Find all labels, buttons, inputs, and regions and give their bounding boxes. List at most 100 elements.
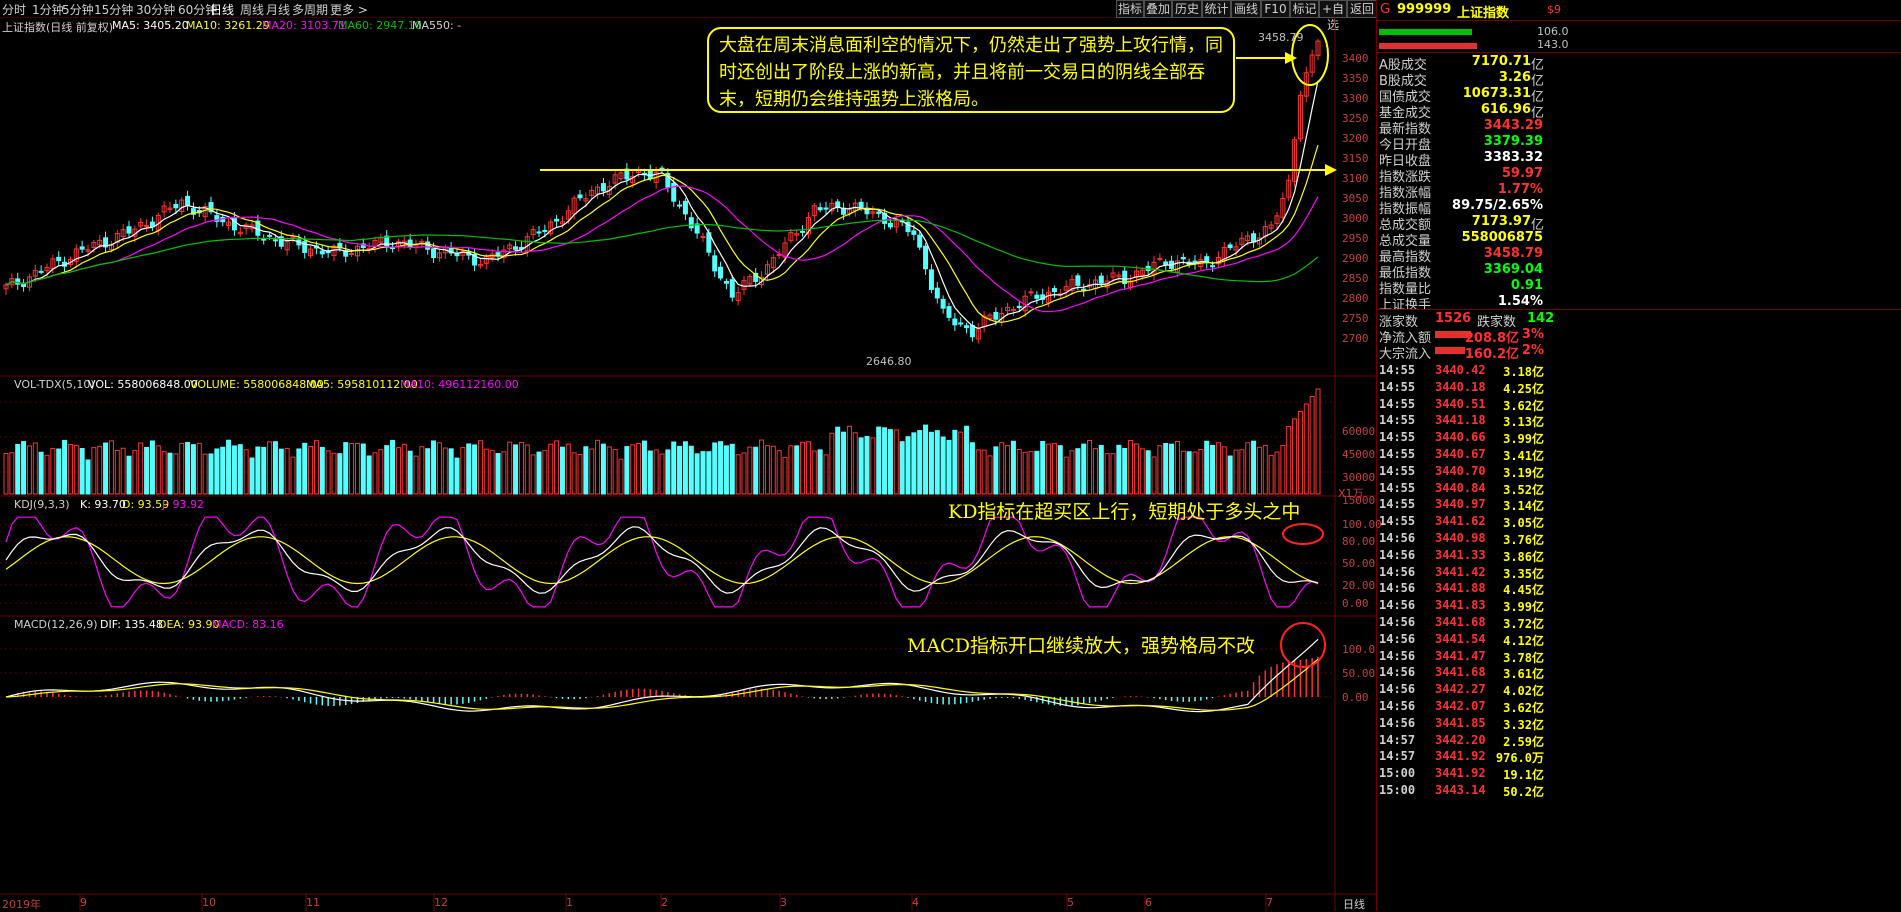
toolbar-button-3[interactable]: 统计	[1202, 0, 1231, 18]
volume-bar	[893, 429, 899, 495]
volume-bar	[1221, 446, 1227, 495]
volume-bar	[126, 455, 132, 495]
flow-bar	[1435, 347, 1465, 354]
volume-bar	[536, 451, 542, 495]
volume-bar	[870, 437, 876, 495]
price-axis-tick: 3400	[1342, 52, 1369, 65]
timeframe-4[interactable]: 30分钟	[136, 1, 175, 18]
price-axis-tick: 3150	[1342, 152, 1369, 165]
volume-bar	[1169, 443, 1175, 495]
price-axis-tick: 2950	[1342, 232, 1369, 245]
toolbar-button-5[interactable]: F10	[1261, 0, 1290, 18]
tick-volume: 976.0万	[1495, 751, 1544, 766]
volume-bar	[56, 448, 62, 495]
tick-time: 14:56	[1379, 699, 1416, 713]
volume-bar	[155, 445, 161, 495]
timeframe-2[interactable]: 5分钟	[62, 1, 94, 18]
toolbar-button-1[interactable]: 叠加	[1144, 0, 1172, 18]
toolbar-button-6[interactable]: 标记	[1290, 0, 1319, 18]
volume-bar	[565, 443, 571, 495]
volume-axis-tick: 15000	[1342, 494, 1376, 507]
tick-time: 14:56	[1379, 564, 1416, 579]
sell-bar	[1379, 43, 1477, 49]
quote-tag[interactable]: $9	[1547, 3, 1561, 16]
timeframe-7[interactable]: 周线	[240, 1, 264, 18]
volume-bar	[987, 455, 993, 495]
macd-axis-tick: 50.00	[1342, 667, 1376, 680]
candle-body	[38, 270, 44, 273]
timeframe-1[interactable]: 1分钟	[32, 1, 64, 18]
volume-bar	[1081, 443, 1087, 495]
toolbar-button-4[interactable]: 画线	[1231, 0, 1261, 18]
timeframe-0[interactable]: 分时	[2, 1, 26, 18]
tick-price: 3440.97	[1435, 497, 1486, 512]
volume-bar	[425, 448, 431, 495]
volume-bar	[1174, 440, 1180, 495]
quote-name: 上证指数	[1457, 6, 1510, 21]
timeframe-8[interactable]: 月线	[266, 1, 290, 18]
date-axis-label: 10	[202, 896, 216, 909]
volume-bar	[448, 448, 454, 495]
period-label[interactable]: 日线	[1343, 896, 1365, 912]
candle-body	[1210, 265, 1216, 268]
kdj-k-line	[5, 526, 1319, 594]
price-axis-tick: 2700	[1342, 332, 1369, 345]
volume-bar	[284, 447, 290, 495]
timeframe-6[interactable]: 日线	[210, 1, 234, 18]
ma5-line	[5, 80, 1319, 330]
kdj-axis-tick: 50.00	[1342, 557, 1376, 570]
tick-row: 14:56 3441.33 3.86亿	[1377, 548, 1545, 564]
volume-bar	[1315, 388, 1321, 495]
volume-bar	[700, 451, 706, 495]
volume-bar	[718, 441, 724, 495]
quote-row: 最高指数 3458.79	[1377, 246, 1545, 265]
candle-body	[718, 266, 724, 279]
tick-price: 3443.14	[1435, 783, 1486, 797]
tick-volume: 3.52亿	[1503, 482, 1544, 497]
volume-bar	[1227, 455, 1233, 495]
timeframe-10[interactable]: 更多 >	[330, 1, 368, 18]
tick-time: 14:56	[1379, 715, 1416, 730]
quote-row-value: 89.75/2.65%	[1452, 198, 1543, 213]
candle-body	[940, 298, 946, 309]
volume-bar	[571, 452, 577, 495]
timeframe-3[interactable]: 15分钟	[94, 1, 133, 18]
volume-bar	[67, 443, 73, 495]
volume-bar	[835, 426, 841, 495]
volume-bar	[823, 454, 829, 495]
volume-bar	[1010, 440, 1016, 495]
candle-body	[712, 255, 718, 272]
toolbar-button-7[interactable]: +自选	[1319, 0, 1347, 32]
volume-bar	[97, 445, 103, 495]
date-axis-label: 2019年	[2, 898, 41, 911]
candle-body	[671, 182, 677, 202]
tick-price: 3441.33	[1435, 547, 1486, 562]
quote-row-value: 3369.04	[1483, 262, 1543, 277]
tick-volume: 3.18亿	[1503, 365, 1544, 379]
timeframe-9[interactable]: 多周期	[292, 1, 328, 18]
price-axis-tick: 3100	[1342, 172, 1369, 185]
volume-bar	[706, 451, 712, 495]
toolbar-button-0[interactable]: 指标	[1116, 0, 1144, 18]
tick-time: 14:55	[1379, 413, 1416, 428]
volume-bar	[530, 454, 536, 495]
volume-bar	[636, 442, 642, 495]
toolbar-button-2[interactable]: 历史	[1172, 0, 1202, 18]
candle-body	[887, 222, 893, 228]
tick-row: 14:55 3440.84 3.52亿	[1377, 481, 1545, 497]
date-axis-label: 12	[434, 896, 448, 909]
candle-body	[923, 245, 929, 270]
flow-row: 净流入额 208.8亿 3%	[1377, 327, 1545, 346]
volume-bar	[841, 431, 847, 495]
ma550-label: MA550: -	[412, 19, 462, 32]
tick-volume: 3.61亿	[1503, 667, 1544, 682]
tick-time: 14:56	[1379, 598, 1416, 613]
volume-bar	[349, 443, 355, 495]
volume-bar	[360, 443, 366, 495]
macd-dea-line	[5, 658, 1319, 711]
volume-bar	[1122, 447, 1128, 495]
toolbar-button-8[interactable]: 返回	[1347, 0, 1377, 18]
tick-price: 3440.70	[1435, 463, 1486, 478]
volume-bar	[905, 436, 911, 495]
volume-bar	[419, 446, 425, 495]
